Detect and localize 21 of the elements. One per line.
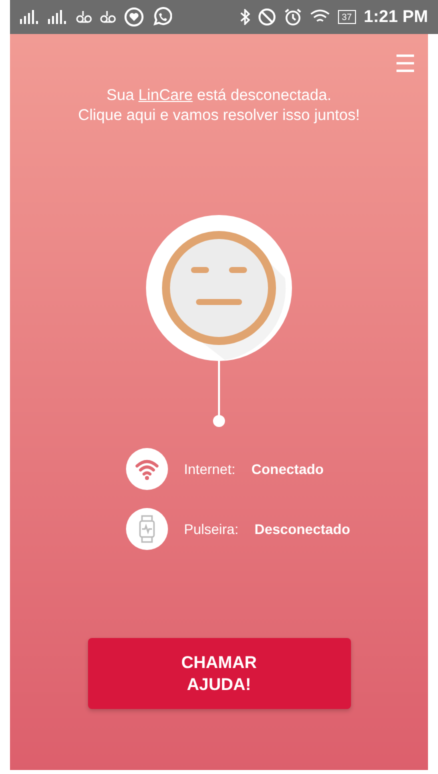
blocked-icon bbox=[258, 8, 276, 26]
voicemail-icon bbox=[100, 11, 116, 23]
smartwatch-icon bbox=[126, 508, 168, 550]
signal-icon bbox=[48, 10, 68, 24]
heart-chat-icon bbox=[124, 7, 144, 27]
voicemail-icon bbox=[76, 11, 92, 23]
bluetooth-icon bbox=[240, 9, 250, 25]
call-help-button[interactable]: CHAMAR AJUDA! bbox=[88, 638, 350, 709]
menu-button[interactable]: ☰ bbox=[394, 52, 416, 76]
chat-phone-icon bbox=[152, 7, 172, 27]
connection-label: Pulseira: bbox=[184, 521, 238, 537]
connection-label: Internet: bbox=[184, 461, 236, 477]
disconnected-message[interactable]: Sua LinCare está desconectada. Clique aqui e vamos resolver isso juntos! bbox=[78, 86, 360, 126]
alarm-icon bbox=[284, 8, 302, 26]
lincare-link[interactable]: LinCare bbox=[138, 87, 193, 104]
wifi-icon bbox=[126, 448, 168, 490]
signal-icon bbox=[20, 10, 40, 24]
clock-time: 1:21 PM bbox=[364, 7, 428, 27]
connection-status: Desconectado bbox=[254, 521, 350, 537]
connection-status: Conectado bbox=[251, 461, 324, 477]
battery-level: 37 bbox=[338, 10, 356, 24]
